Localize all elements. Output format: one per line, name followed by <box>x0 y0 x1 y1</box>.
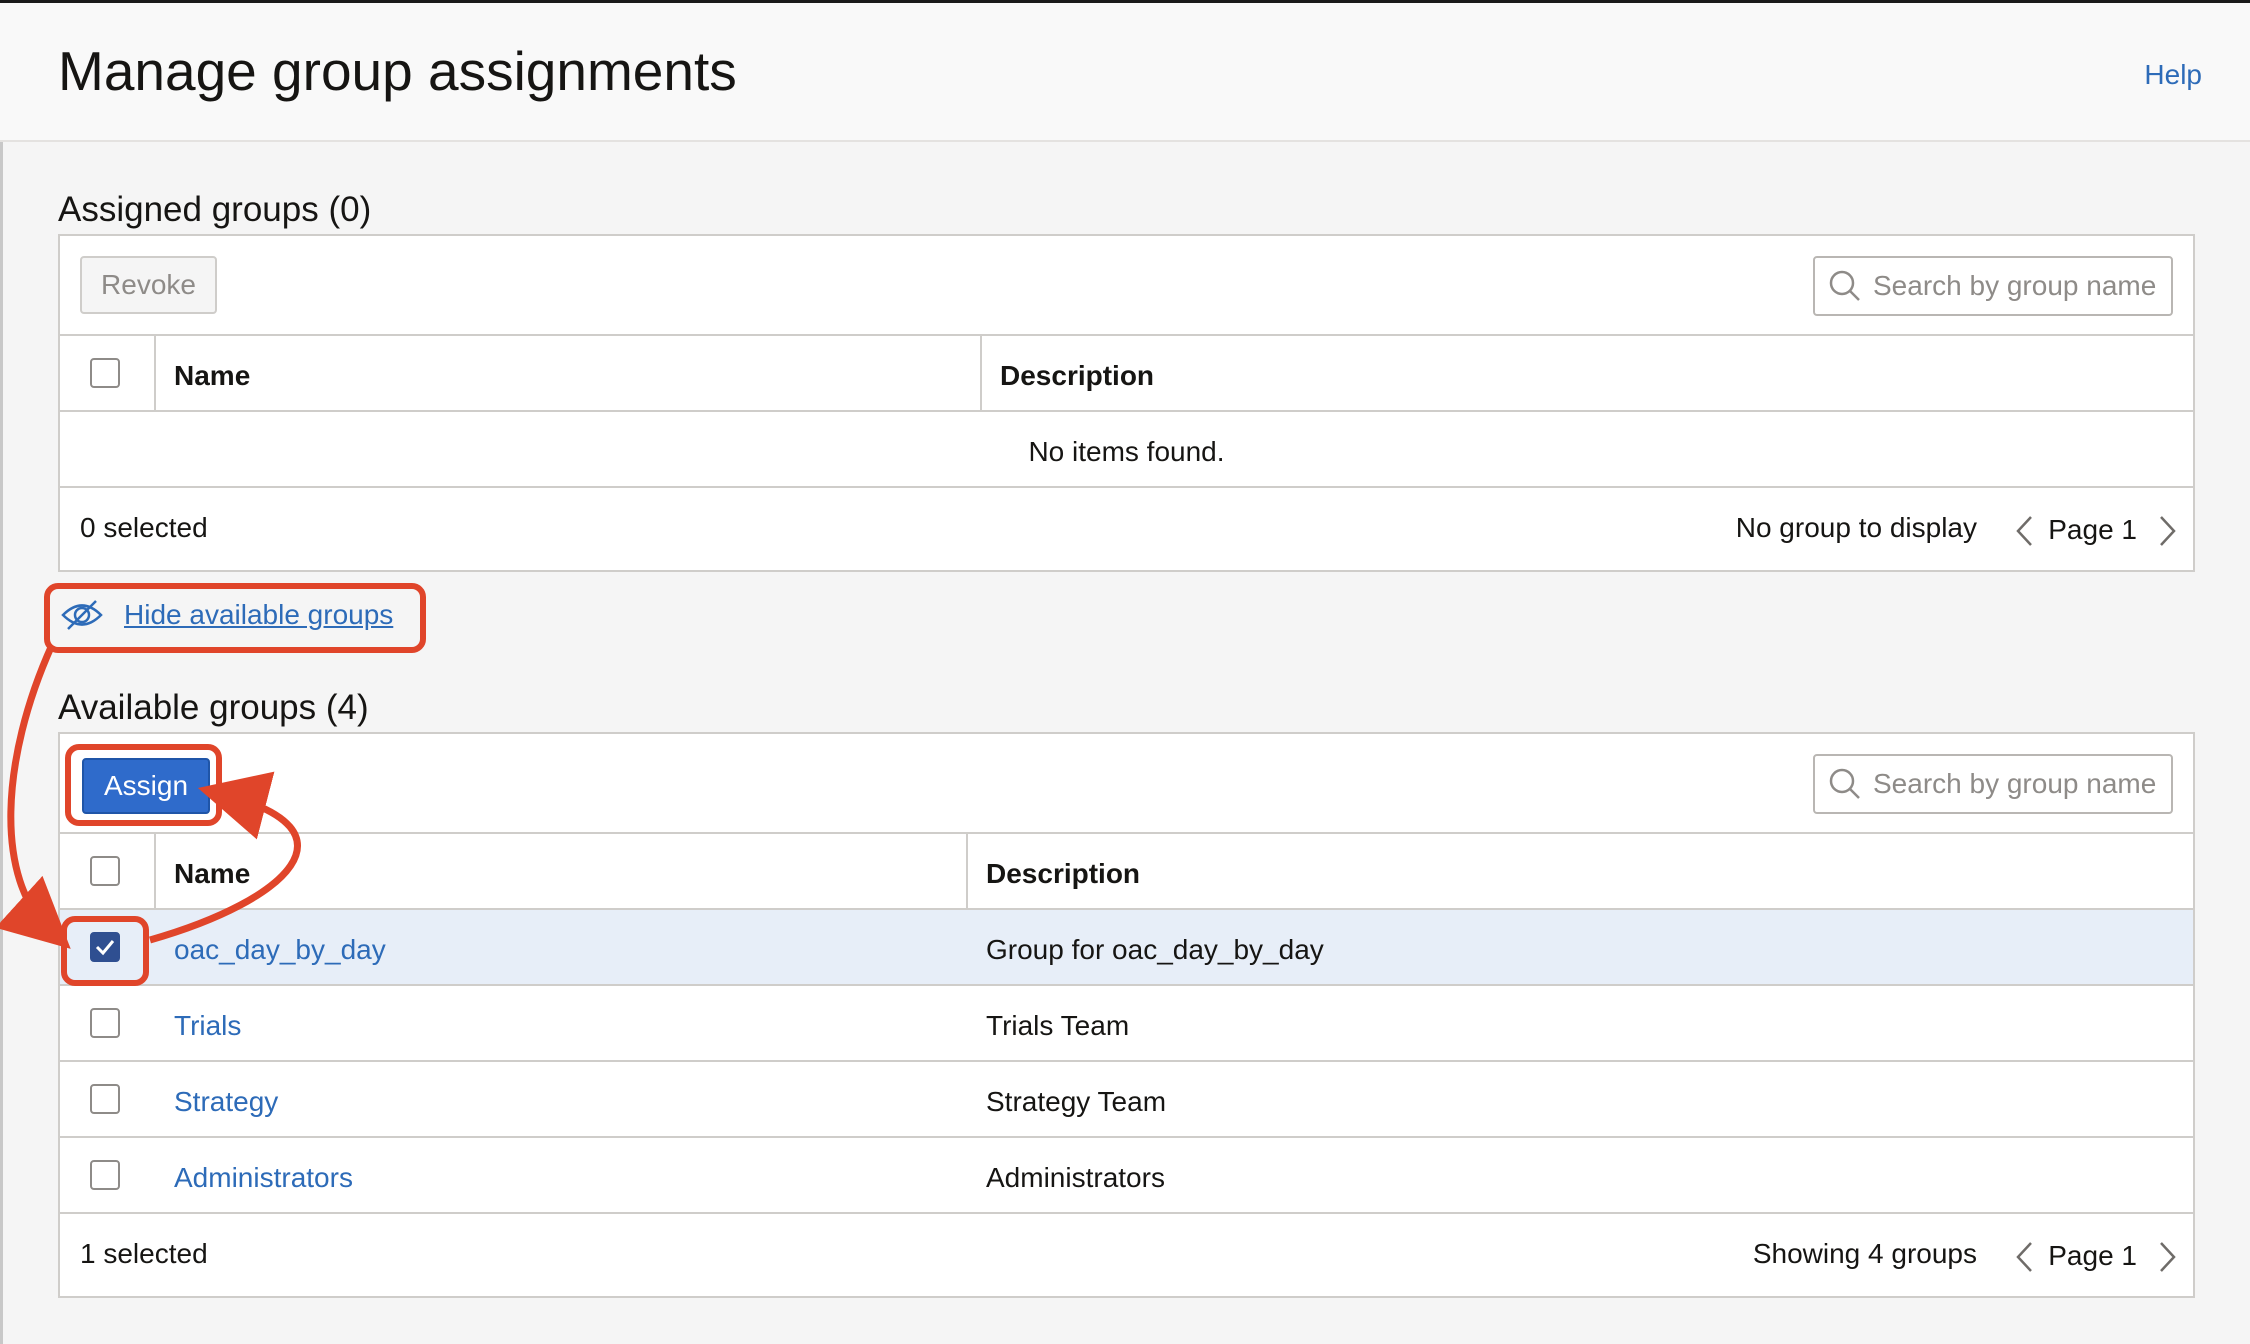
row-checkbox[interactable] <box>90 1160 120 1190</box>
page-header: Manage group assignments Help <box>0 0 2250 142</box>
page-title: Manage group assignments <box>58 40 737 102</box>
table-row[interactable]: Administrators Administrators <box>60 1138 2193 1214</box>
available-footer: 1 selected Showing 4 groups Page 1 <box>60 1216 2193 1294</box>
window-edge <box>0 0 3 1344</box>
available-search-field[interactable] <box>1813 754 2173 814</box>
chevron-right-icon[interactable] <box>2155 1240 2179 1274</box>
table-row[interactable]: Strategy Strategy Team <box>60 1062 2193 1138</box>
available-groups-panel: Assign Name Description oac_day_by_day G… <box>58 732 2195 1298</box>
annotation-box-assign <box>65 744 222 826</box>
group-description: Trials Team <box>986 1010 1130 1041</box>
table-row[interactable]: Trials Trials Team <box>60 986 2193 1062</box>
revoke-button[interactable]: Revoke <box>80 256 217 314</box>
chevron-left-icon[interactable] <box>2013 514 2037 548</box>
column-header-name[interactable]: Name <box>174 360 250 392</box>
selected-count: 0 selected <box>80 512 208 543</box>
assigned-footer: 0 selected No group to display Page 1 <box>60 490 2193 568</box>
empty-row: No items found. <box>60 412 2193 488</box>
assigned-table-header: Name Description <box>60 336 2193 412</box>
status-text: Showing 4 groups <box>1752 1238 1977 1269</box>
assigned-search-field[interactable] <box>1813 256 2173 316</box>
available-search-input[interactable] <box>1871 767 2165 801</box>
group-name-link[interactable]: Trials <box>174 1010 241 1042</box>
assigned-groups-title: Assigned groups (0) <box>58 190 372 229</box>
arrow-hide-to-checkbox <box>0 643 71 949</box>
row-checkbox[interactable] <box>90 1008 120 1038</box>
assigned-search-input[interactable] <box>1871 269 2165 303</box>
group-description: Group for oac_day_by_day <box>986 934 1324 965</box>
empty-message: No items found. <box>1028 436 1225 467</box>
group-name-link[interactable]: oac_day_by_day <box>174 934 386 966</box>
page-indicator: Page 1 <box>2048 1240 2137 1271</box>
assigned-toolbar: Revoke <box>60 236 2193 336</box>
chevron-right-icon[interactable] <box>2155 514 2179 548</box>
available-table-header: Name Description <box>60 834 2193 910</box>
group-description: Strategy Team <box>986 1086 1167 1117</box>
annotation-box-checkbox <box>61 916 149 986</box>
table-row[interactable]: oac_day_by_day Group for oac_day_by_day <box>60 910 2193 986</box>
available-toolbar: Assign <box>60 734 2193 834</box>
column-header-name[interactable]: Name <box>174 858 250 890</box>
help-link[interactable]: Help <box>2144 59 2202 91</box>
select-all-checkbox[interactable] <box>90 358 120 388</box>
assigned-groups-panel: Revoke Name Description No items found. … <box>58 234 2195 572</box>
chevron-left-icon[interactable] <box>2013 1240 2037 1274</box>
annotation-box-hide-link <box>44 583 426 653</box>
search-icon <box>1829 768 1860 799</box>
row-checkbox[interactable] <box>90 1084 120 1114</box>
search-icon <box>1829 270 1860 301</box>
group-name-link[interactable]: Strategy <box>174 1086 278 1118</box>
group-description: Administrators <box>986 1162 1165 1193</box>
available-groups-title: Available groups (4) <box>58 688 369 727</box>
status-text: No group to display <box>1735 512 1977 543</box>
selected-count: 1 selected <box>80 1238 208 1269</box>
page-indicator: Page 1 <box>2048 514 2137 545</box>
select-all-checkbox[interactable] <box>90 856 120 886</box>
column-header-description[interactable]: Description <box>1000 360 1154 392</box>
group-name-link[interactable]: Administrators <box>174 1162 353 1194</box>
column-header-description[interactable]: Description <box>986 858 1140 890</box>
